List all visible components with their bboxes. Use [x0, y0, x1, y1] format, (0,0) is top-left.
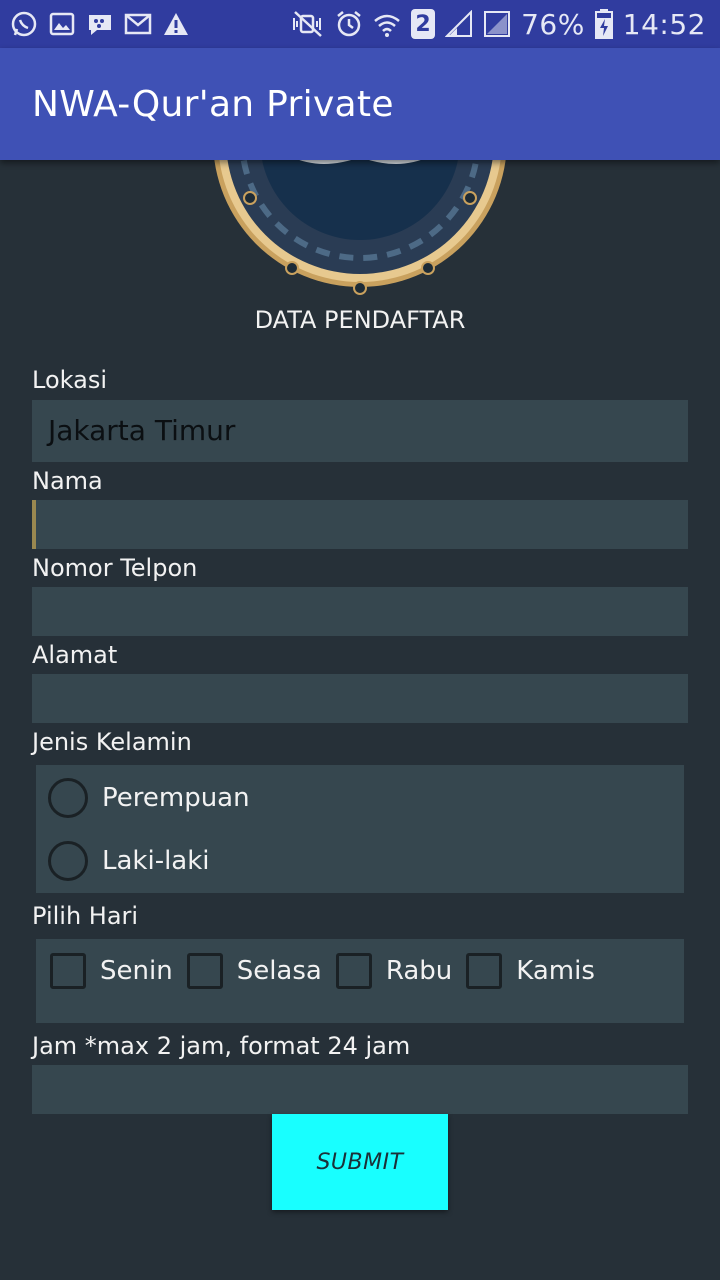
alamat-field[interactable]: [32, 674, 688, 723]
gender-radio-group: Perempuan Laki-laki: [36, 765, 684, 893]
whatsapp-icon: [11, 11, 37, 37]
text-cursor: [32, 500, 36, 549]
radio-circle[interactable]: [48, 841, 88, 881]
checkbox-rabu[interactable]: Rabu: [335, 953, 453, 989]
pilih-hari-label: Pilih Hari: [32, 902, 139, 930]
warning-icon: [164, 13, 188, 35]
mute-icon: [293, 11, 322, 37]
submit-button[interactable]: SUBMIT: [272, 1114, 448, 1210]
notification-icons: [10, 10, 190, 38]
battery-icon: [594, 9, 613, 39]
alamat-label: Alamat: [32, 641, 118, 669]
checkbox-box[interactable]: [186, 953, 223, 989]
app-title: NWA-Qur'an Private: [32, 84, 394, 125]
system-icons: 2 76% 14:52: [291, 6, 706, 42]
jenis-kelamin-label: Jenis Kelamin: [32, 728, 192, 756]
lokasi-label: Lokasi: [32, 366, 107, 394]
alarm-icon: [337, 11, 361, 37]
signal-icon: [484, 11, 511, 37]
status-bar: 2 76% 14:52: [0, 0, 720, 48]
signal-icon: [445, 10, 473, 37]
checkbox-box[interactable]: [50, 953, 86, 989]
jam-field[interactable]: [32, 1065, 688, 1114]
jam-label: Jam *max 2 jam, format 24 jam: [32, 1032, 411, 1060]
bbm-icon: [89, 15, 111, 35]
radio-circle[interactable]: [48, 778, 88, 818]
radio-label: Laki-laki: [102, 846, 210, 876]
clock: 14:52: [622, 7, 706, 41]
radio-label: Perempuan: [102, 783, 250, 813]
nomor-telpon-label: Nomor Telpon: [32, 554, 198, 582]
checkbox-label: Selasa: [236, 956, 322, 986]
checkbox-label: Kamis: [516, 956, 595, 986]
nama-field[interactable]: [32, 500, 688, 549]
checkbox-selasa[interactable]: Selasa: [186, 953, 322, 989]
checkbox-box[interactable]: [466, 953, 503, 989]
checkbox-kamis[interactable]: Kamis: [466, 953, 595, 989]
mail-icon: [124, 13, 152, 35]
checkbox-senin[interactable]: Senin: [50, 953, 173, 989]
checkbox-box[interactable]: [335, 953, 372, 989]
radio-perempuan[interactable]: Perempuan: [48, 774, 250, 822]
wifi-icon: [374, 14, 400, 37]
checkbox-label: Senin: [100, 956, 173, 986]
battery-percent: 76%: [521, 7, 585, 41]
nama-label: Nama: [32, 467, 103, 495]
app-bar: NWA-Qur'an Private: [0, 48, 720, 160]
sim2-icon: 2: [411, 9, 436, 39]
day-checkbox-group: Senin Selasa Rabu Kamis: [36, 939, 684, 1023]
radio-laki-laki[interactable]: Laki-laki: [48, 837, 210, 885]
form-heading: DATA PENDAFTAR: [254, 306, 466, 334]
day-checkbox-row: Senin Selasa Rabu Kamis: [50, 953, 609, 989]
lokasi-value: Jakarta Timur: [48, 414, 236, 447]
checkbox-label: Rabu: [385, 956, 453, 986]
gallery-icon: [49, 12, 75, 36]
nomor-telpon-field[interactable]: [32, 587, 688, 636]
lokasi-field[interactable]: Jakarta Timur: [32, 400, 688, 462]
